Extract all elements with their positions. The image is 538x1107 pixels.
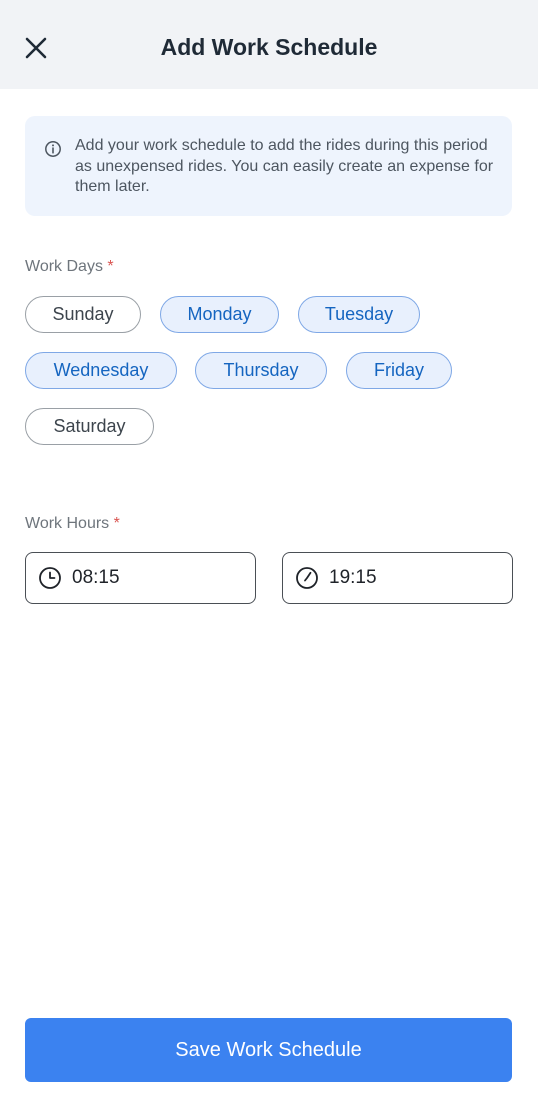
page-title: Add Work Schedule	[160, 34, 378, 60]
end-time-field[interactable]: 19:15	[282, 552, 513, 604]
info-line: as unexpensed rides. You can easily crea…	[75, 157, 494, 175]
day-chip-label: Sunday	[52, 304, 114, 324]
info-icon	[45, 141, 61, 157]
work-hours-label-text: Work Hours	[25, 515, 110, 532]
required-mark: *	[113, 515, 120, 532]
day-chip-label: Saturday	[53, 416, 126, 436]
start-time-field[interactable]: 08:15	[25, 552, 256, 604]
work-hours-label: Work Hours *	[25, 515, 120, 533]
save-work-schedule-button[interactable]: Save Work Schedule	[25, 1018, 512, 1082]
day-chip-saturday[interactable]: Saturday	[25, 408, 154, 445]
day-chip-label: Monday	[187, 304, 252, 324]
day-chip-tuesday[interactable]: Tuesday	[298, 296, 420, 333]
info-text: Add your work schedule to add the rides …	[75, 136, 500, 198]
work-days-label-text: Work Days	[25, 258, 103, 275]
day-chip-monday[interactable]: Monday	[160, 296, 279, 333]
day-chip-label: Friday	[373, 360, 424, 380]
clock-icon	[296, 567, 318, 589]
day-chip-label: Wednesday	[53, 360, 149, 380]
header-bar: Add Work Schedule	[0, 0, 538, 89]
day-chip-label: Tuesday	[324, 304, 394, 324]
start-time-value: 08:15	[72, 567, 120, 588]
end-time-value: 19:15	[329, 567, 377, 588]
info-line: Add your work schedule to add the rides …	[75, 137, 488, 154]
day-chip-sunday[interactable]: Sunday	[25, 296, 141, 333]
info-line: them later.	[75, 178, 150, 195]
add-work-schedule-screen: Add Work Schedule Add your work schedule…	[0, 0, 538, 1107]
day-chip-wednesday[interactable]: Wednesday	[25, 352, 177, 389]
clock-icon	[39, 567, 61, 589]
day-chip-friday[interactable]: Friday	[346, 352, 452, 389]
day-chip-label: Thursday	[223, 360, 299, 380]
work-days-label: Work Days *	[25, 258, 114, 276]
info-banner: Add your work schedule to add the rides …	[25, 116, 512, 216]
day-chip-thursday[interactable]: Thursday	[195, 352, 327, 389]
required-mark: *	[107, 258, 114, 275]
